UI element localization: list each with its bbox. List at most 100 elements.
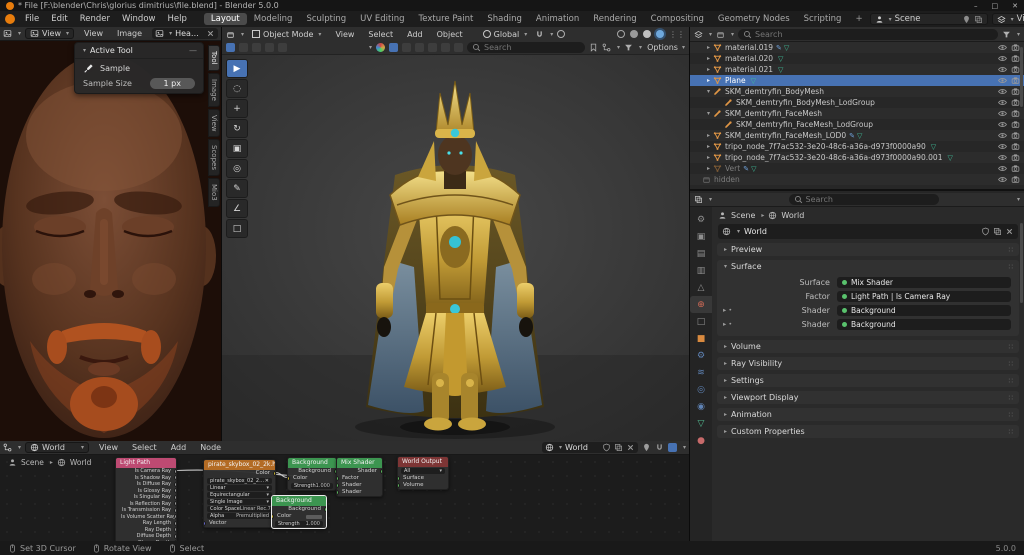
- filter-icon-4[interactable]: [441, 43, 450, 52]
- output-socket[interactable]: [174, 482, 176, 487]
- outliner-row[interactable]: ▸ material.020 ▽: [690, 53, 1024, 64]
- render-camera-icon[interactable]: [1011, 43, 1020, 52]
- viewport-canvas[interactable]: [222, 55, 689, 441]
- transform-orientation-dropdown[interactable]: Global ▾: [479, 29, 532, 40]
- outliner-row[interactable]: SKM_demtryfin_BodyMesh_LodGroup: [690, 97, 1024, 108]
- editor-type-nodes-icon[interactable]: [3, 443, 12, 452]
- hide-eye-icon[interactable]: [998, 120, 1007, 129]
- hide-eye-icon[interactable]: [998, 76, 1007, 85]
- outliner-row[interactable]: ▸ SKM_demtryfin_FaceMesh_LOD0 ✎ ▽: [690, 130, 1024, 141]
- hide-eye-icon[interactable]: [998, 142, 1007, 151]
- outliner-row[interactable]: ▸ Vert ✎ ▽: [690, 163, 1024, 174]
- workspace-tab[interactable]: Modeling: [247, 13, 300, 25]
- node-background-a[interactable]: Background Background Color Strength 1.0…: [287, 457, 337, 491]
- workspace-tab[interactable]: Scripting: [797, 13, 849, 25]
- hide-eye-icon[interactable]: [998, 109, 1007, 118]
- tool-transform[interactable]: ◎: [226, 159, 248, 178]
- tab-output[interactable]: ▤: [690, 245, 712, 262]
- duplicate-icon[interactable]: [614, 443, 623, 452]
- tool-annotate[interactable]: ✎: [226, 179, 248, 198]
- tab-scene[interactable]: △: [690, 279, 712, 296]
- output-socket[interactable]: [174, 488, 176, 493]
- shader-output-socket[interactable]: [324, 507, 326, 512]
- blender-menu-icon[interactable]: [5, 14, 15, 24]
- panel-drag-handle[interactable]: ∷: [1009, 343, 1014, 351]
- shading-rendered-icon[interactable]: [656, 30, 664, 38]
- property-value-field[interactable]: Mix Shader: [837, 277, 1011, 288]
- tool-select-box[interactable]: ▶: [226, 59, 248, 78]
- disclosure-chevron[interactable]: ▸: [704, 154, 713, 161]
- panel-drag-handle[interactable]: ∷: [1009, 411, 1014, 419]
- panel-drag-handle[interactable]: ∷: [1009, 377, 1014, 385]
- node-tree-icon[interactable]: [602, 43, 611, 52]
- breadcrumb-scene[interactable]: Scene: [731, 211, 755, 220]
- tool-measure[interactable]: ∠: [226, 199, 248, 218]
- outliner-scrollbar[interactable]: [1020, 47, 1023, 107]
- output-socket[interactable]: [174, 469, 176, 474]
- tab-view-layer[interactable]: ▥: [690, 262, 712, 279]
- material-preview-ball-icon[interactable]: [376, 43, 385, 52]
- viewport-search-input[interactable]: [484, 43, 580, 52]
- render-camera-icon[interactable]: [1011, 131, 1020, 140]
- node-world-output[interactable]: World Output All▾ Surface Volume: [397, 456, 449, 490]
- render-camera-icon[interactable]: [1011, 175, 1020, 184]
- outliner-row[interactable]: ▸ material.019 ✎ ▽: [690, 42, 1024, 53]
- tool-cursor-3d[interactable]: ◌: [226, 79, 248, 98]
- output-socket[interactable]: [174, 508, 176, 513]
- collapsed-panel-header[interactable]: ▸ Animation ∷: [717, 408, 1019, 421]
- strength-field[interactable]: Strength 1.000: [291, 483, 333, 489]
- tab-material[interactable]: ●: [690, 432, 712, 449]
- tool-move[interactable]: +: [226, 99, 248, 118]
- close-button[interactable]: ✕: [1012, 2, 1018, 10]
- outliner-row[interactable]: ▸ Plane ▽: [690, 75, 1024, 86]
- select-mode-intersect-icon[interactable]: [278, 43, 287, 52]
- menu-item[interactable]: Select: [126, 442, 163, 453]
- select-mode-invert-icon[interactable]: [265, 43, 274, 52]
- outliner-search[interactable]: [738, 29, 998, 40]
- outliner-row[interactable]: ▸ tripo_node_7f7ac532-3e20-48c6-a36a-d97…: [690, 152, 1024, 163]
- shader-type-dropdown[interactable]: World ▾: [25, 442, 89, 453]
- tab-object[interactable]: ■: [690, 330, 712, 347]
- menu-item[interactable]: Select: [362, 29, 399, 40]
- preview-panel-header[interactable]: ▸ Preview ∷: [717, 243, 1019, 256]
- hide-eye-icon[interactable]: [998, 54, 1007, 63]
- disclosure-chevron[interactable]: ▸: [704, 66, 713, 73]
- header-overflow-icon[interactable]: ⋮⋮: [669, 30, 685, 39]
- outliner-row[interactable]: ▾ SKM_demtryfin_FaceMesh: [690, 108, 1024, 119]
- hide-eye-icon[interactable]: [998, 98, 1007, 107]
- panel-collapse-chevron[interactable]: ▾: [83, 47, 86, 54]
- panel-drag-handle[interactable]: ∷: [1009, 263, 1014, 271]
- hide-eye-icon[interactable]: [998, 65, 1007, 74]
- workspace-tab[interactable]: Compositing: [644, 13, 711, 25]
- workspace-tab[interactable]: Animation: [529, 13, 586, 25]
- disclosure-chevron[interactable]: ▾: [704, 110, 713, 117]
- display-filter-icon[interactable]: [716, 30, 725, 39]
- render-camera-icon[interactable]: [1011, 65, 1020, 74]
- tab-physics[interactable]: ◎: [690, 381, 712, 398]
- input-socket[interactable]: [398, 483, 400, 488]
- disclosure-chevron[interactable]: ▸: [704, 77, 713, 84]
- viewport-search[interactable]: [467, 42, 585, 53]
- workspace-tab[interactable]: Geometry Nodes: [711, 13, 797, 25]
- proportional-edit-icon[interactable]: [557, 30, 565, 38]
- panel-drag-handle[interactable]: ∷: [1009, 360, 1014, 368]
- input-socket[interactable]: [337, 490, 339, 495]
- vector-input-socket[interactable]: [204, 521, 206, 526]
- select-mode-extend-icon[interactable]: [239, 43, 248, 52]
- projection-dropdown[interactable]: Equirectangular▾: [207, 492, 272, 498]
- tab-world[interactable]: ⊕: [690, 296, 712, 313]
- property-value-field[interactable]: Light Path | Is Camera Ray: [837, 291, 1011, 302]
- fake-user-shield-icon[interactable]: [602, 443, 611, 452]
- source-dropdown[interactable]: Single Image▾: [207, 499, 272, 505]
- filter-icon-3[interactable]: [428, 43, 437, 52]
- output-socket[interactable]: [174, 475, 176, 480]
- minimize-button[interactable]: –: [974, 2, 978, 10]
- outliner-row[interactable]: hidden: [690, 174, 1024, 185]
- collapsed-panel-header[interactable]: ▸ Viewport Display ∷: [717, 391, 1019, 404]
- new-scene-copy-icon[interactable]: [974, 15, 983, 24]
- properties-search[interactable]: [789, 194, 939, 205]
- render-camera-icon[interactable]: [1011, 87, 1020, 96]
- add-workspace-button[interactable]: +: [849, 13, 868, 25]
- render-camera-icon[interactable]: [1011, 142, 1020, 151]
- shading-solid-icon[interactable]: [630, 30, 638, 38]
